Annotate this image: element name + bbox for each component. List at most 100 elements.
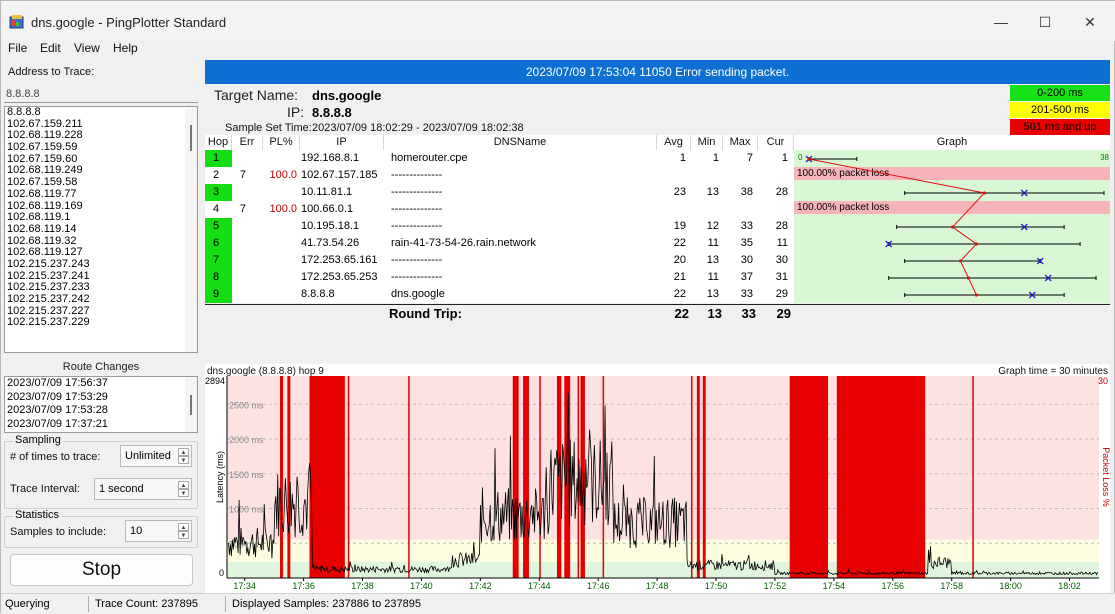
hop-dnsname: -------------- [391,254,443,266]
address-history-item[interactable]: 102.68.119.14 [5,223,197,236]
col-avg[interactable]: Avg [657,135,691,150]
hop-pl [263,252,297,269]
col-min[interactable]: Min [691,135,723,150]
col-err[interactable]: Err [232,135,263,150]
route-change-item[interactable]: 2023/07/09 17:53:29 [5,391,197,405]
time-tick-label: 17:54 [823,581,846,591]
hop-ip: 172.253.65.161 [301,254,378,266]
maximize-button[interactable]: ☐ [1022,9,1068,35]
trace-interval-spinner[interactable]: 1 second ▲ ▼ [94,478,192,500]
time-tick-label: 17:36 [292,581,315,591]
packet-loss-bar: 100.00% packet loss [794,167,1110,180]
status-bar: Querying Trace Count: 237895 Displayed S… [1,593,1115,614]
menu-file[interactable]: File [8,41,27,55]
spin-up-icon[interactable]: ▲ [178,481,189,489]
route-change-item[interactable]: 2023/07/09 17:37:21 [5,418,197,432]
samples-spinner[interactable]: 10 ▲ ▼ [125,520,192,542]
hop-row[interactable]: 9 8.8.8.8 dns.google 22 13 33 29 [205,286,1110,303]
packet-loss-block [287,376,291,578]
trace-table: Hop Err PL% IP DNSName Avg Min Max Cur G… [205,135,1110,303]
menu-edit[interactable]: Edit [40,41,61,55]
hop-avg: 22 [673,288,686,300]
hop-ip: 10.195.18.1 [301,220,360,232]
route-changes-header: Route Changes [62,361,140,373]
address-history-item[interactable]: 102.67.159.59 [5,141,197,154]
address-history-item[interactable]: 102.215.237.242 [5,293,197,306]
packet-loss-block [523,376,529,578]
hop-row[interactable]: 1 192.168.8.1 homerouter.cpe 1 1 7 1 [205,150,1110,167]
spin-up-icon[interactable]: ▲ [178,448,189,456]
spin-down-icon[interactable]: ▼ [178,531,189,539]
route-change-item[interactable]: 2023/07/09 17:56:37 [5,377,197,391]
address-history-item[interactable]: 102.68.119.77 [5,188,197,201]
col-hop[interactable]: Hop [205,135,232,150]
target-name-value: dns.google [312,88,382,103]
spin-down-icon[interactable]: ▼ [178,456,189,464]
col-dnsname[interactable]: DNSName [384,135,657,150]
hop-ip: 102.67.157.185 [301,169,378,181]
col-max[interactable]: Max [723,135,758,150]
hop-max: 7 [746,152,753,164]
route-change-item[interactable]: 2023/07/09 17:53:28 [5,404,197,418]
packet-loss-block [702,376,706,578]
col-pl[interactable]: PL% [263,135,300,150]
hop-row[interactable]: 100.00% packet loss 2 7 100.0 102.67.157.185… [205,167,1110,184]
hop-graph-cell [794,150,1110,167]
hop-row[interactable]: 5 10.195.18.1 -------------- 19 12 33 28 [205,218,1110,235]
address-history-list[interactable]: 8.8.8.8 102.67.159.211 102.68.119.228 102.6… [4,106,198,353]
address-input[interactable]: 8.8.8.8 [4,85,198,103]
times-to-trace-spinner[interactable]: Unlimited ▲ ▼ [120,445,192,467]
menu-help[interactable]: Help [113,41,138,55]
route-changes-list[interactable]: 2023/07/09 17:56:37 2023/07/09 17:53:29 20… [4,376,198,433]
hop-number: 5 [212,220,220,232]
hop-row[interactable]: 6 41.73.54.26 rain-41-73-54-26.rain.networ… [205,235,1110,252]
scroll-thumb[interactable] [190,395,192,415]
hop-max: 35 [740,237,753,249]
spin-up-icon[interactable]: ▲ [178,523,189,531]
hop-err [232,150,246,167]
status-displayed-samples: Displayed Samples: 237886 to 237895 [232,598,421,610]
col-graph[interactable]: Graph [794,135,1110,150]
app-window: dns.google - PingPlotter Standard — ☐ ✕ … [0,0,1115,614]
spin-down-icon[interactable]: ▼ [178,489,189,497]
address-list-scrollbar[interactable] [185,107,197,352]
hop-row[interactable]: 7 172.253.65.161 -------------- 20 13 30 30 [205,252,1110,269]
timeline-graph-panel[interactable]: dns.google (8.8.8.8) hop 9 Graph time = … [205,364,1110,593]
time-tick-label: 17:44 [528,581,551,591]
address-history-item[interactable]: 8.8.8.8 [5,107,197,119]
close-button[interactable]: ✕ [1067,9,1113,35]
hop-err [232,235,246,252]
stop-button[interactable]: Stop [10,554,193,586]
col-cur[interactable]: Cur [758,135,794,150]
hop-row[interactable]: 3 10.11.81.1 -------------- 23 13 38 28 [205,184,1110,201]
hop-min [691,201,719,218]
time-tick-label: 17:38 [351,581,374,591]
scroll-thumb[interactable] [190,125,192,151]
gridline-label: 1000 ms [229,505,264,515]
hop-graph-cell [794,269,1110,286]
packet-loss-block [512,376,519,578]
route-list-scrollbar[interactable] [185,377,197,432]
menu-view[interactable]: View [74,41,100,55]
hop-ip: 8.8.8.8 [301,288,335,300]
minimize-button[interactable]: — [978,9,1024,35]
address-history-item[interactable]: 102.215.237.229 [5,317,197,329]
hop-dnsname: -------------- [391,169,443,181]
hop-cur: 31 [775,271,788,283]
hop-cur: 28 [775,220,788,232]
hop-avg [657,167,686,184]
hop-pl [263,184,297,201]
hop-min: 13 [706,186,719,198]
hop-dnsname: dns.google [391,288,445,300]
hop-row[interactable]: 100.00% packet loss 4 7 100.0 100.66.0.1 ----… [205,201,1110,218]
address-history-item[interactable]: 102.215.237.243 [5,258,197,271]
packet-loss-block [309,376,345,578]
hop-row[interactable]: 8 172.253.65.253 -------------- 21 11 37 31 [205,269,1110,286]
hop-max [723,201,753,218]
samples-value: 10 [130,525,143,537]
col-ip[interactable]: IP [300,135,384,150]
legend-fast: 0-200 ms [1010,85,1110,101]
hop-number: 3 [212,186,220,198]
hop-max [723,167,753,184]
hop-ip: 172.253.65.253 [301,271,378,283]
